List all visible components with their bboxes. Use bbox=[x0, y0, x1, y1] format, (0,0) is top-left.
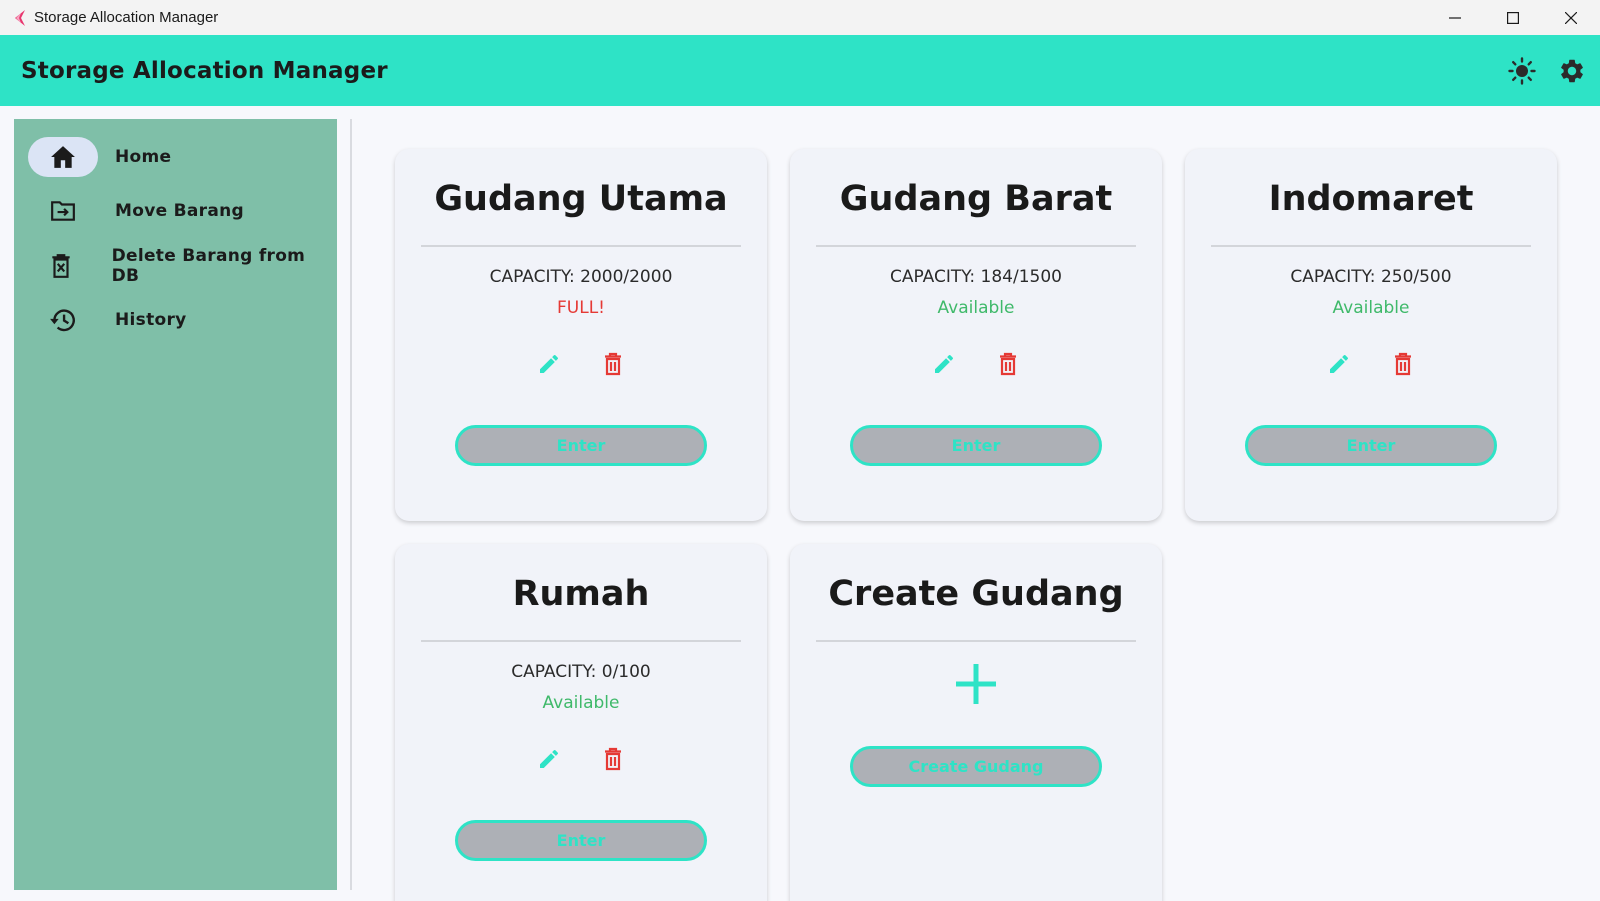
sidebar-item-label: Home bbox=[115, 147, 172, 167]
history-icon bbox=[28, 300, 98, 340]
delete-icon[interactable] bbox=[1390, 351, 1416, 377]
app-title: Storage Allocation Manager bbox=[21, 57, 388, 84]
enter-button[interactable]: Enter bbox=[1245, 425, 1497, 466]
delete-icon[interactable] bbox=[600, 351, 626, 377]
sidebar-item-label: Delete Barang from DB bbox=[111, 246, 306, 286]
capacity-text: CAPACITY: 184/1500 bbox=[890, 267, 1062, 287]
plus-icon bbox=[790, 662, 1162, 706]
app-bar: Storage Allocation Manager bbox=[0, 35, 1600, 106]
card-divider bbox=[421, 640, 741, 642]
edit-icon[interactable] bbox=[536, 351, 562, 377]
card-divider bbox=[1211, 245, 1531, 247]
sidebar-item-delete-barang[interactable]: Delete Barang from DB bbox=[28, 246, 328, 286]
gudang-card: Gudang Utama CAPACITY: 2000/2000 FULL! E… bbox=[395, 149, 767, 521]
edit-icon[interactable] bbox=[931, 351, 957, 377]
create-gudang-button[interactable]: Create Gudang bbox=[850, 746, 1102, 787]
status-text: Available bbox=[542, 693, 620, 713]
enter-button[interactable]: Enter bbox=[455, 820, 707, 861]
card-divider bbox=[421, 245, 741, 247]
gudang-card: Gudang Barat CAPACITY: 184/1500 Availabl… bbox=[790, 149, 1162, 521]
folder-move-icon bbox=[28, 191, 98, 231]
sidebar-divider bbox=[350, 119, 352, 890]
gudang-name: Gudang Utama bbox=[434, 179, 728, 219]
brightness-icon[interactable] bbox=[1500, 49, 1544, 93]
status-text: Available bbox=[937, 298, 1015, 318]
delete-outline-icon bbox=[28, 246, 95, 286]
sidebar: Home Move Barang Delete Barang from DB H… bbox=[14, 119, 337, 890]
window-title-bar: Storage Allocation Manager bbox=[0, 0, 1600, 35]
gudang-name: Gudang Barat bbox=[839, 179, 1113, 219]
enter-button[interactable]: Enter bbox=[455, 425, 707, 466]
delete-icon[interactable] bbox=[600, 746, 626, 772]
card-divider bbox=[816, 245, 1136, 247]
flutter-app-icon bbox=[12, 9, 26, 26]
gudang-name: Rumah bbox=[512, 574, 650, 614]
edit-icon[interactable] bbox=[536, 746, 562, 772]
enter-button[interactable]: Enter bbox=[850, 425, 1102, 466]
sidebar-item-home[interactable]: Home bbox=[28, 137, 328, 177]
capacity-text: CAPACITY: 0/100 bbox=[511, 662, 651, 682]
status-text: FULL! bbox=[557, 298, 605, 318]
content-area: Home Move Barang Delete Barang from DB H… bbox=[0, 106, 1600, 901]
sidebar-item-history[interactable]: History bbox=[28, 300, 328, 340]
create-card-title: Create Gudang bbox=[828, 574, 1124, 614]
capacity-text: CAPACITY: 2000/2000 bbox=[489, 267, 673, 287]
card-divider bbox=[816, 640, 1136, 642]
maximize-icon[interactable] bbox=[1484, 0, 1542, 35]
status-text: Available bbox=[1332, 298, 1410, 318]
delete-icon[interactable] bbox=[995, 351, 1021, 377]
gear-icon[interactable] bbox=[1550, 49, 1594, 93]
edit-icon[interactable] bbox=[1326, 351, 1352, 377]
sidebar-item-label: Move Barang bbox=[115, 201, 244, 221]
home-icon bbox=[28, 137, 98, 177]
gudang-card: Indomaret CAPACITY: 250/500 Available En… bbox=[1185, 149, 1557, 521]
sidebar-item-label: History bbox=[115, 310, 187, 330]
gudang-card: Rumah CAPACITY: 0/100 Available Enter bbox=[395, 544, 767, 901]
close-icon[interactable] bbox=[1542, 0, 1600, 35]
minimize-icon[interactable] bbox=[1426, 0, 1484, 35]
window-title: Storage Allocation Manager bbox=[34, 9, 219, 26]
capacity-text: CAPACITY: 250/500 bbox=[1290, 267, 1452, 287]
create-gudang-card: Create Gudang Create Gudang bbox=[790, 544, 1162, 901]
sidebar-item-move-barang[interactable]: Move Barang bbox=[28, 191, 328, 231]
gudang-name: Indomaret bbox=[1268, 179, 1474, 219]
